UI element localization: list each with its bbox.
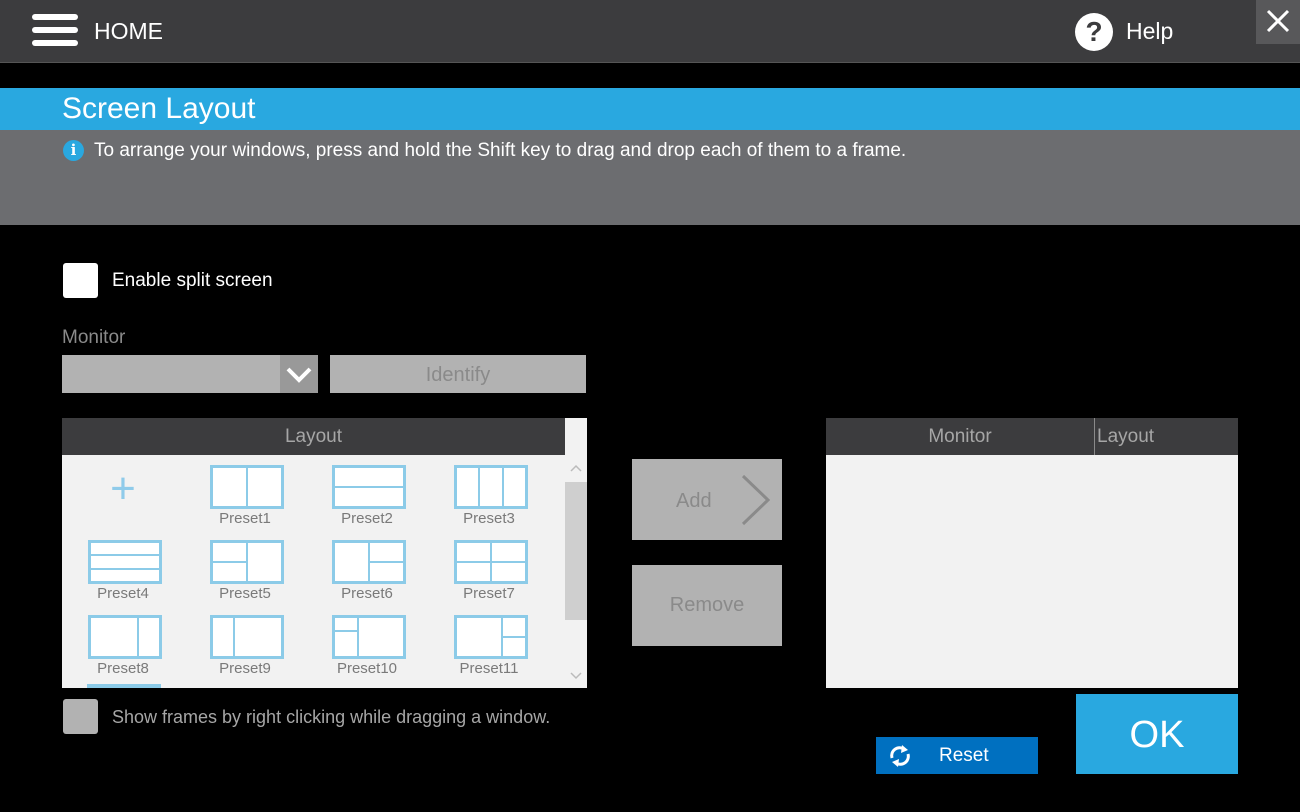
close-icon	[1266, 9, 1290, 33]
preset-label: Preset11	[459, 660, 519, 677]
preset-label: Preset5	[219, 585, 271, 602]
preset-tile[interactable]: Preset11	[434, 610, 544, 682]
preset-label: Preset1	[219, 510, 271, 527]
column-header-monitor[interactable]: Monitor	[826, 418, 1094, 455]
preset-tile[interactable]: Preset10	[312, 610, 422, 682]
chevron-down-icon[interactable]	[280, 355, 318, 393]
hamburger-menu-icon[interactable]	[32, 14, 80, 48]
column-header-layout[interactable]: Layout	[1097, 418, 1154, 455]
preset-label: Preset7	[463, 585, 515, 602]
preset-label: Preset3	[463, 510, 515, 527]
scrollbar-thumb[interactable]	[565, 482, 587, 620]
add-button-label[interactable]: Add	[676, 490, 712, 513]
chevron-right-icon[interactable]	[740, 474, 772, 531]
info-icon: i	[63, 140, 84, 161]
preset2-layout-icon	[332, 465, 406, 509]
preset-tile[interactable]: Preset5	[190, 535, 300, 607]
preset9-layout-icon	[210, 615, 284, 659]
layout-list-header: Layout	[62, 418, 565, 455]
show-frames-checkbox[interactable]	[63, 699, 98, 734]
scroll-up-icon[interactable]	[565, 458, 587, 478]
reset-label[interactable]: Reset	[939, 745, 989, 767]
close-button[interactable]	[1256, 0, 1300, 44]
preset-tile[interactable]: Preset7	[434, 535, 544, 607]
preset4-layout-icon	[88, 540, 162, 584]
enable-split-screen-checkbox[interactable]	[63, 263, 98, 298]
help-icon[interactable]: ?	[1075, 13, 1113, 51]
assigned-table-body[interactable]	[826, 455, 1238, 688]
preset-tile[interactable]: Preset1	[190, 460, 300, 532]
help-label[interactable]: Help	[1126, 18, 1173, 45]
add-preset-plus-icon[interactable]: +	[100, 466, 146, 512]
scroll-down-icon[interactable]	[565, 666, 587, 686]
preset-tile[interactable]: Preset3	[434, 460, 544, 532]
refresh-icon	[886, 743, 914, 774]
preset7-layout-icon	[454, 540, 528, 584]
column-divider[interactable]	[1094, 418, 1095, 455]
preset-tile[interactable]: Preset8	[68, 610, 178, 682]
preset1-layout-icon	[210, 465, 284, 509]
preset10-layout-icon	[332, 615, 406, 659]
preset-label: Preset6	[341, 585, 393, 602]
preset-label: Preset2	[341, 510, 393, 527]
identify-button[interactable]: Identify	[330, 355, 586, 393]
preset-tile[interactable]: Preset9	[190, 610, 300, 682]
preset-tile[interactable]: Preset2	[312, 460, 422, 532]
home-label[interactable]: HOME	[94, 18, 163, 45]
info-text: To arrange your windows, press and hold …	[94, 140, 907, 161]
preset3-layout-icon	[454, 465, 528, 509]
preset11-layout-icon	[454, 615, 528, 659]
show-frames-label[interactable]: Show frames by right clicking while drag…	[112, 707, 550, 728]
preset-label: Preset9	[219, 660, 271, 677]
preset-label: Preset8	[97, 660, 149, 677]
enable-split-screen-label[interactable]: Enable split screen	[112, 270, 273, 292]
remove-button[interactable]: Remove	[632, 565, 782, 646]
preset-tile[interactable]: Preset6	[312, 535, 422, 607]
preset-label: Preset10	[336, 660, 398, 677]
preset-label: Preset4	[97, 585, 149, 602]
preset-tile-partial	[87, 684, 161, 688]
ok-button[interactable]: OK	[1076, 694, 1238, 774]
monitor-label: Monitor	[62, 327, 126, 348]
preset-tile[interactable]: Preset4	[68, 535, 178, 607]
preset5-layout-icon	[210, 540, 284, 584]
preset8-layout-icon	[88, 615, 162, 659]
preset6-layout-icon	[332, 540, 406, 584]
page-title: Screen Layout	[62, 92, 256, 125]
